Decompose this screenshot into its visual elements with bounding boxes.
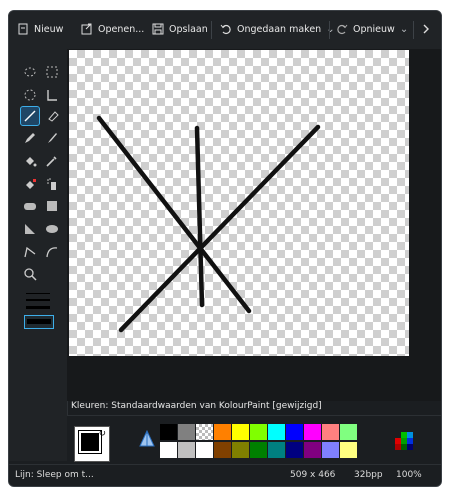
new-button[interactable]: Nieuw [17,19,63,39]
rectangle-tool-icon[interactable] [43,197,61,215]
color-swatch[interactable] [196,442,213,458]
canvas-scroll-area [67,49,441,401]
color-swatch[interactable] [322,424,339,440]
color-swatch[interactable] [160,424,177,440]
foreground-background-color-box[interactable]: ↻ [74,426,110,462]
color-swatch[interactable] [232,442,249,458]
ellipse-tool-icon[interactable] [43,220,61,238]
text-tool-icon[interactable] [43,86,61,104]
swap-colors-icon[interactable]: ↻ [98,429,106,439]
line-width-chooser[interactable] [23,289,54,331]
chevron-right-icon [421,23,431,35]
color-cube-icon[interactable] [393,430,415,452]
toolbar-separator [211,21,212,39]
line-width-option[interactable] [26,306,50,309]
status-tool-text: Lijn: Sleep om t... [15,470,94,480]
save-button[interactable]: Opslaan [152,19,208,39]
free-form-selection-tool-icon[interactable] [21,63,39,81]
color-swatch[interactable] [232,424,249,440]
spraycan-tool-icon[interactable] [43,175,61,193]
color-swatch[interactable] [340,442,357,458]
open-label: Openen... [98,23,145,35]
canvas-drawing [96,115,321,333]
color-swatch[interactable] [214,424,231,440]
zoom-tool-icon[interactable] [21,265,39,283]
color-swatch[interactable] [214,442,231,458]
color-swatch[interactable] [304,424,321,440]
transparency-mode-icon[interactable] [139,430,155,448]
save-label: Opslaan [169,23,208,35]
color-swatch[interactable] [160,442,177,458]
color-swatch[interactable] [268,424,285,440]
redo-label: Opnieuw [353,23,395,35]
new-label: Nieuw [34,23,64,35]
status-zoom: 100% [396,470,422,480]
line-tool-icon[interactable] [20,106,40,126]
line-width-option[interactable] [26,293,50,294]
color-swatch[interactable] [340,424,357,440]
polyline-tool-icon[interactable] [21,243,39,261]
undo-icon [220,23,232,35]
color-swatch[interactable] [286,424,303,440]
kolourpaint-window: Nieuw Openen... Opslaan Ongedaan maken ⌄ [8,10,442,487]
rounded-rectangle-tool-icon[interactable] [21,197,39,215]
color-swatches [160,424,360,460]
color-picker-tool-icon[interactable] [43,152,61,170]
line-width-option-selected[interactable] [24,315,54,329]
color-swatch[interactable] [268,442,285,458]
new-icon [17,23,29,35]
drawing-canvas[interactable] [69,50,409,356]
color-swatch[interactable] [178,424,195,440]
color-swatch[interactable] [286,442,303,458]
elliptical-selection-tool-icon[interactable] [21,86,39,104]
color-swatch[interactable] [250,424,267,440]
redo-dropdown-chevron-icon[interactable]: ⌄ [400,24,408,35]
undo-dropdown-chevron-icon[interactable]: ⌄ [326,24,334,35]
toolbar-separator [329,21,330,39]
toolbar-separator [413,21,414,39]
color-swatch[interactable] [196,424,213,440]
undo-label: Ongedaan maken [237,23,322,35]
color-swatch[interactable] [250,442,267,458]
status-dimensions: 509 x 466 [290,470,336,480]
eraser-tool-icon[interactable] [43,107,61,125]
curve-tool-icon[interactable] [43,243,61,261]
status-bpp: 32bpp [354,470,383,480]
open-button[interactable]: Openen... [81,19,144,39]
redo-icon [336,23,348,35]
colors-label: Kleuren: Standaardwaarden van KolourPain… [71,401,322,411]
undo-button[interactable]: Ongedaan maken ⌄ [220,19,335,39]
save-icon [152,23,164,35]
open-icon [81,23,93,35]
color-swatch[interactable] [178,442,195,458]
main-toolbar: Nieuw Openen... Opslaan Ongedaan maken ⌄ [9,11,441,50]
color-eraser-tool-icon[interactable] [21,175,39,193]
flood-fill-tool-icon[interactable] [21,152,39,170]
rectangular-selection-tool-icon[interactable] [43,63,61,81]
redo-button[interactable]: Opnieuw ⌄ [336,19,408,39]
polygon-tool-icon[interactable] [21,220,39,238]
more-actions-button[interactable] [421,19,431,39]
drawn-line [118,124,321,333]
color-palette-area: ↻ [67,415,441,466]
color-swatch[interactable] [304,442,321,458]
status-bar: Lijn: Sleep om t... 509 x 466 32bpp 100% [9,464,441,486]
tool-box [9,49,68,461]
drawn-line [96,115,252,314]
drawn-line [194,125,205,308]
brush-tool-icon[interactable] [43,129,61,147]
pen-tool-icon[interactable] [21,129,39,147]
line-width-option[interactable] [26,299,50,301]
color-swatch[interactable] [322,442,339,458]
